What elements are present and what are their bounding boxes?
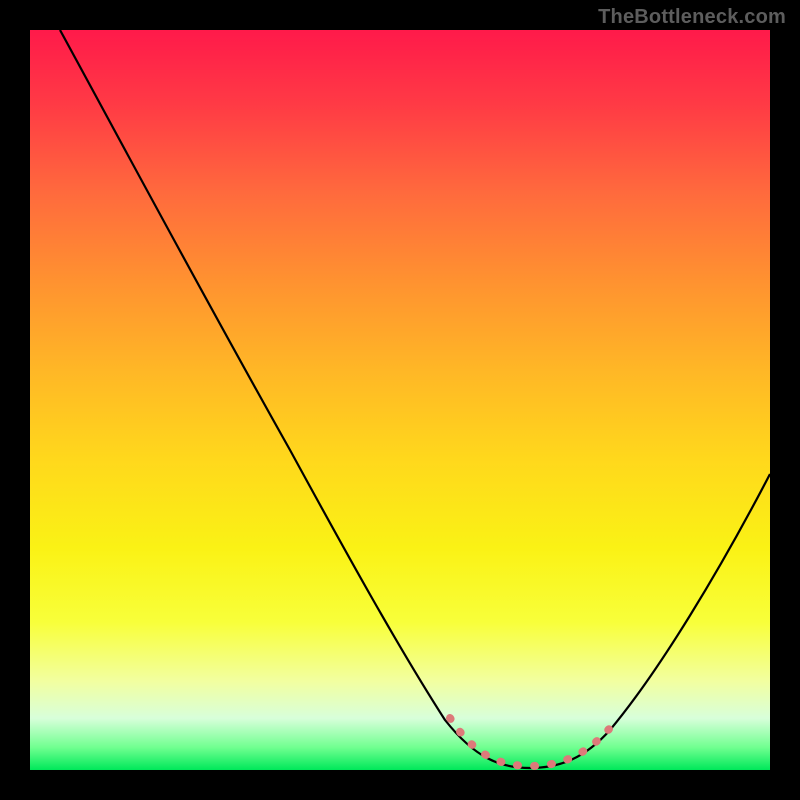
watermark-text: TheBottleneck.com bbox=[598, 6, 786, 29]
bottleneck-curve bbox=[60, 30, 770, 768]
plot-area bbox=[30, 30, 770, 770]
curve-svg bbox=[30, 30, 770, 770]
highlight-dots bbox=[450, 718, 610, 766]
chart-container: TheBottleneck.com bbox=[0, 0, 800, 800]
